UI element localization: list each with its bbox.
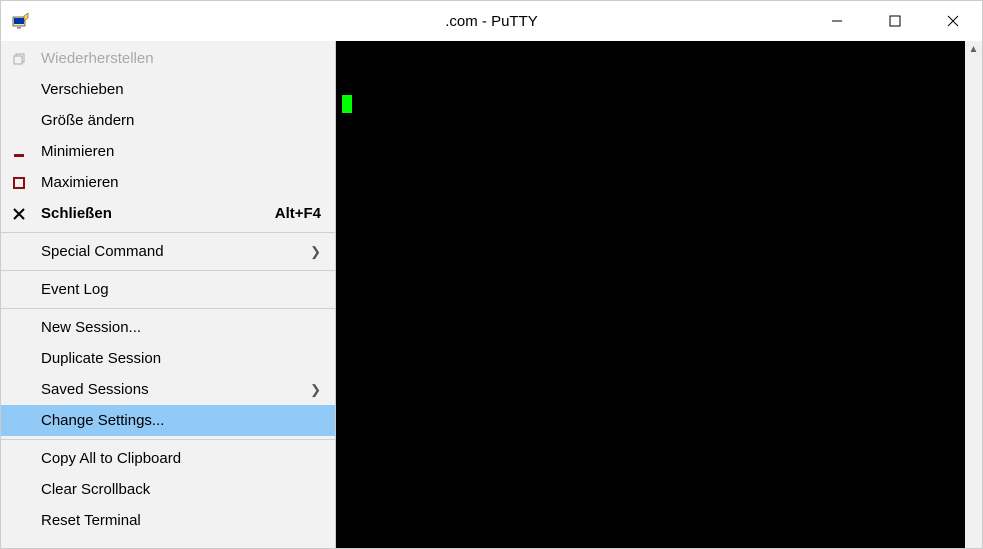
- menu-minimize[interactable]: Minimieren: [1, 136, 335, 167]
- close-icon: [13, 208, 41, 220]
- menu-move[interactable]: Verschieben: [1, 74, 335, 105]
- chevron-right-icon: ❯: [302, 382, 321, 398]
- menu-reset-terminal[interactable]: Reset Terminal: [1, 505, 335, 536]
- menu-label: Event Log: [41, 281, 321, 298]
- menu-change-settings[interactable]: Change Settings...: [1, 405, 335, 436]
- scroll-up-icon[interactable]: ▲: [965, 41, 982, 58]
- terminal-cursor: [342, 95, 352, 113]
- menu-separator: [1, 308, 335, 309]
- system-menu: Wiederherstellen Verschieben Größe änder…: [1, 41, 336, 548]
- maximize-icon: [13, 177, 41, 189]
- menu-close[interactable]: Schließen Alt+F4: [1, 198, 335, 229]
- menu-label: Wiederherstellen: [41, 50, 321, 67]
- menu-restore: Wiederherstellen: [1, 43, 335, 74]
- menu-label: Maximieren: [41, 174, 321, 191]
- menu-label: Saved Sessions: [41, 381, 302, 398]
- menu-label: Duplicate Session: [41, 350, 321, 367]
- chevron-right-icon: ❯: [302, 244, 321, 260]
- menu-special-command[interactable]: Special Command ❯: [1, 236, 335, 267]
- menu-label: New Session...: [41, 319, 321, 336]
- menu-separator: [1, 439, 335, 440]
- menu-copy-all[interactable]: Copy All to Clipboard: [1, 443, 335, 474]
- maximize-button[interactable]: [866, 1, 924, 41]
- menu-label: Copy All to Clipboard: [41, 450, 321, 467]
- menu-label: Clear Scrollback: [41, 481, 321, 498]
- menu-label: Minimieren: [41, 143, 321, 160]
- menu-size[interactable]: Größe ändern: [1, 105, 335, 136]
- menu-separator: [1, 232, 335, 233]
- client-area: Wiederherstellen Verschieben Größe änder…: [1, 41, 982, 548]
- menu-clear-scrollback[interactable]: Clear Scrollback: [1, 474, 335, 505]
- menu-maximize[interactable]: Maximieren: [1, 167, 335, 198]
- minimize-icon: [13, 146, 41, 158]
- menu-new-session[interactable]: New Session...: [1, 312, 335, 343]
- minimize-button[interactable]: [808, 1, 866, 41]
- menu-label: Verschieben: [41, 81, 321, 98]
- putty-window: .com - PuTTY Wiederherstellen V: [0, 0, 983, 549]
- putty-app-icon: [11, 11, 31, 31]
- restore-icon: [13, 53, 41, 65]
- menu-label: Größe ändern: [41, 112, 321, 129]
- menu-label: Schließen: [41, 205, 275, 222]
- terminal[interactable]: ▲: [336, 41, 982, 548]
- menu-label: Reset Terminal: [41, 512, 321, 529]
- menu-separator: [1, 270, 335, 271]
- vertical-scrollbar[interactable]: ▲: [965, 41, 982, 548]
- menu-duplicate-session[interactable]: Duplicate Session: [1, 343, 335, 374]
- menu-label: Special Command: [41, 243, 302, 260]
- menu-saved-sessions[interactable]: Saved Sessions ❯: [1, 374, 335, 405]
- menu-event-log[interactable]: Event Log: [1, 274, 335, 305]
- titlebar[interactable]: .com - PuTTY: [1, 1, 982, 41]
- menu-shortcut: Alt+F4: [275, 205, 321, 222]
- window-title: .com - PuTTY: [445, 13, 538, 30]
- menu-label: Change Settings...: [41, 412, 321, 429]
- window-controls: [808, 1, 982, 41]
- close-button[interactable]: [924, 1, 982, 41]
